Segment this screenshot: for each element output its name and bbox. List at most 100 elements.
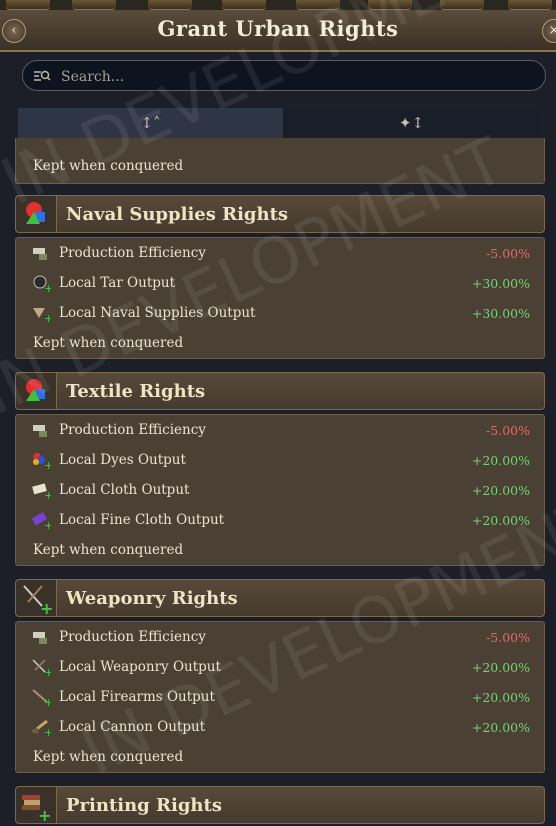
modifier-row: Production Efficiency -5.00% (16, 415, 544, 445)
svg-text:+: + (44, 666, 51, 676)
kept-when-conquered: Kept when conquered (16, 535, 544, 565)
sort-tabs: ↕˄ ✦↕ (18, 108, 540, 138)
group-title: Textile Rights (66, 381, 206, 402)
group-title: Printing Rights (66, 795, 222, 816)
group-header[interactable]: Textile Rights (15, 372, 545, 410)
modifier-row: + Local Firearms Output +20.00% (16, 682, 544, 712)
modifier-label: Local Cloth Output (59, 482, 190, 498)
modifier-row: + Local Weaponry Output +20.00% (16, 652, 544, 682)
svg-text:+: + (40, 599, 53, 616)
modifier-label: Local Fine Cloth Output (59, 512, 225, 528)
kept-label: Kept when conquered (33, 749, 184, 765)
modifier-label: Local Firearms Output (59, 689, 215, 705)
modifier-value: +20.00% (471, 453, 530, 468)
modifier-value: +30.00% (471, 306, 530, 321)
kept-when-conquered: Kept when conquered (16, 742, 544, 772)
svg-text:+: + (44, 696, 51, 706)
modifier-row: + Local Cloth Output +20.00% (16, 475, 544, 505)
group-title: Weaponry Rights (66, 588, 238, 609)
modifier-label: Production Efficiency (59, 245, 206, 261)
modifier-row: + Local Dyes Output +20.00% (16, 445, 544, 475)
modifier-label: Local Weaponry Output (59, 659, 221, 675)
modifier-label: Local Dyes Output (59, 452, 186, 468)
group-weaponry-rights: + Weaponry Rights Production Efficiency … (15, 579, 545, 773)
kept-label: Kept when conquered (33, 158, 184, 174)
toolbar-tab-icon[interactable] (368, 0, 412, 10)
svg-text:+: + (44, 519, 51, 529)
search-input[interactable] (59, 65, 533, 89)
group-naval-supplies-rights: Naval Supplies Rights Production Efficie… (15, 195, 545, 359)
svg-text:+: + (44, 726, 51, 736)
toolbar-tab-icon[interactable] (508, 0, 552, 10)
svg-text:+: + (44, 282, 51, 292)
kept-label: Kept when conquered (33, 335, 184, 351)
toolbar-tab-icon[interactable] (440, 0, 484, 10)
rights-list[interactable]: Kept when conquered Naval Supplies Right… (0, 138, 556, 826)
sort-tab-alphabetical[interactable]: ↕˄ (18, 108, 283, 138)
window-header: ‹ Grant Urban Rights × (0, 10, 556, 52)
partial-group: Kept when conquered (15, 138, 545, 184)
modifier-row: + Local Naval Supplies Output +30.00% (16, 298, 544, 328)
modifier-label: Production Efficiency (59, 629, 206, 645)
modifier-value: -5.00% (486, 423, 530, 438)
weaponry-icon: + (31, 658, 53, 679)
group-textile-rights: Textile Rights Production Efficiency -5.… (15, 372, 545, 566)
group-title: Naval Supplies Rights (66, 204, 289, 225)
modifier-value: -5.00% (486, 246, 530, 261)
group-body: Production Efficiency -5.00% + Local Tar… (15, 237, 545, 359)
tar-icon: + (31, 274, 53, 295)
rgb-shapes-icon (16, 373, 57, 409)
group-printing-rights: + Printing Rights (15, 786, 545, 825)
kept-when-conquered: Kept when conquered (16, 328, 544, 358)
production-icon (31, 628, 51, 646)
window-title: Grant Urban Rights (157, 16, 399, 41)
svg-text:+: + (38, 806, 51, 823)
kept-label: Kept when conquered (33, 542, 184, 558)
modifier-value: +20.00% (471, 720, 530, 735)
group-body: Production Efficiency -5.00% + Local Wea… (15, 621, 545, 773)
modifier-label: Local Cannon Output (59, 719, 206, 735)
toolbar-tab-icon[interactable] (72, 0, 116, 10)
modifier-row: Production Efficiency -5.00% (16, 238, 544, 268)
modifier-value: +20.00% (471, 690, 530, 705)
modifier-value: +20.00% (471, 483, 530, 498)
modifier-row: + Local Fine Cloth Output +20.00% (16, 505, 544, 535)
group-header[interactable]: Naval Supplies Rights (15, 195, 545, 233)
modifier-row: + Local Cannon Output +20.00% (16, 712, 544, 742)
fine-cloth-icon: + (31, 511, 53, 532)
group-header[interactable]: + Printing Rights (15, 786, 545, 825)
naval-supplies-icon: + (31, 304, 53, 325)
star-sort-icon: ✦↕ (398, 114, 425, 132)
modifier-label: Local Naval Supplies Output (59, 305, 256, 321)
sort-tab-favorite[interactable]: ✦↕ (283, 108, 540, 138)
search-bar[interactable] (22, 60, 546, 91)
modifier-value: +20.00% (471, 513, 530, 528)
modifier-value: -5.00% (486, 630, 530, 645)
modifier-label: Production Efficiency (59, 422, 206, 438)
alphabet-sort-icon: ↕˄ (140, 114, 161, 132)
group-body: Production Efficiency -5.00% + Local Dye… (15, 414, 545, 566)
top-toolbar-strip (0, 0, 556, 10)
rgb-shapes-icon (16, 196, 57, 232)
cannon-icon: + (31, 718, 53, 739)
cloth-icon: + (31, 481, 53, 502)
toolbar-tab-icon[interactable] (296, 0, 340, 10)
production-icon (31, 244, 51, 262)
modifier-value: +30.00% (471, 276, 530, 291)
svg-text:+: + (44, 312, 51, 322)
weaponry-icon: + (16, 580, 57, 618)
modifier-value: +20.00% (471, 660, 530, 675)
firearms-icon: + (31, 688, 53, 709)
toolbar-tab-icon[interactable] (6, 0, 50, 10)
group-header[interactable]: + Weaponry Rights (15, 579, 545, 618)
modifier-label: Local Tar Output (59, 275, 176, 291)
books-icon: + (16, 787, 57, 825)
kept-when-conquered: Kept when conquered (16, 151, 544, 181)
toolbar-tab-icon[interactable] (222, 0, 266, 10)
modifier-row: + Local Tar Output +30.00% (16, 268, 544, 298)
svg-text:+: + (44, 489, 51, 499)
dyes-icon: + (31, 451, 53, 472)
svg-text:+: + (44, 459, 51, 469)
modifier-row: Production Efficiency -5.00% (16, 622, 544, 652)
toolbar-tab-icon[interactable] (148, 0, 192, 10)
